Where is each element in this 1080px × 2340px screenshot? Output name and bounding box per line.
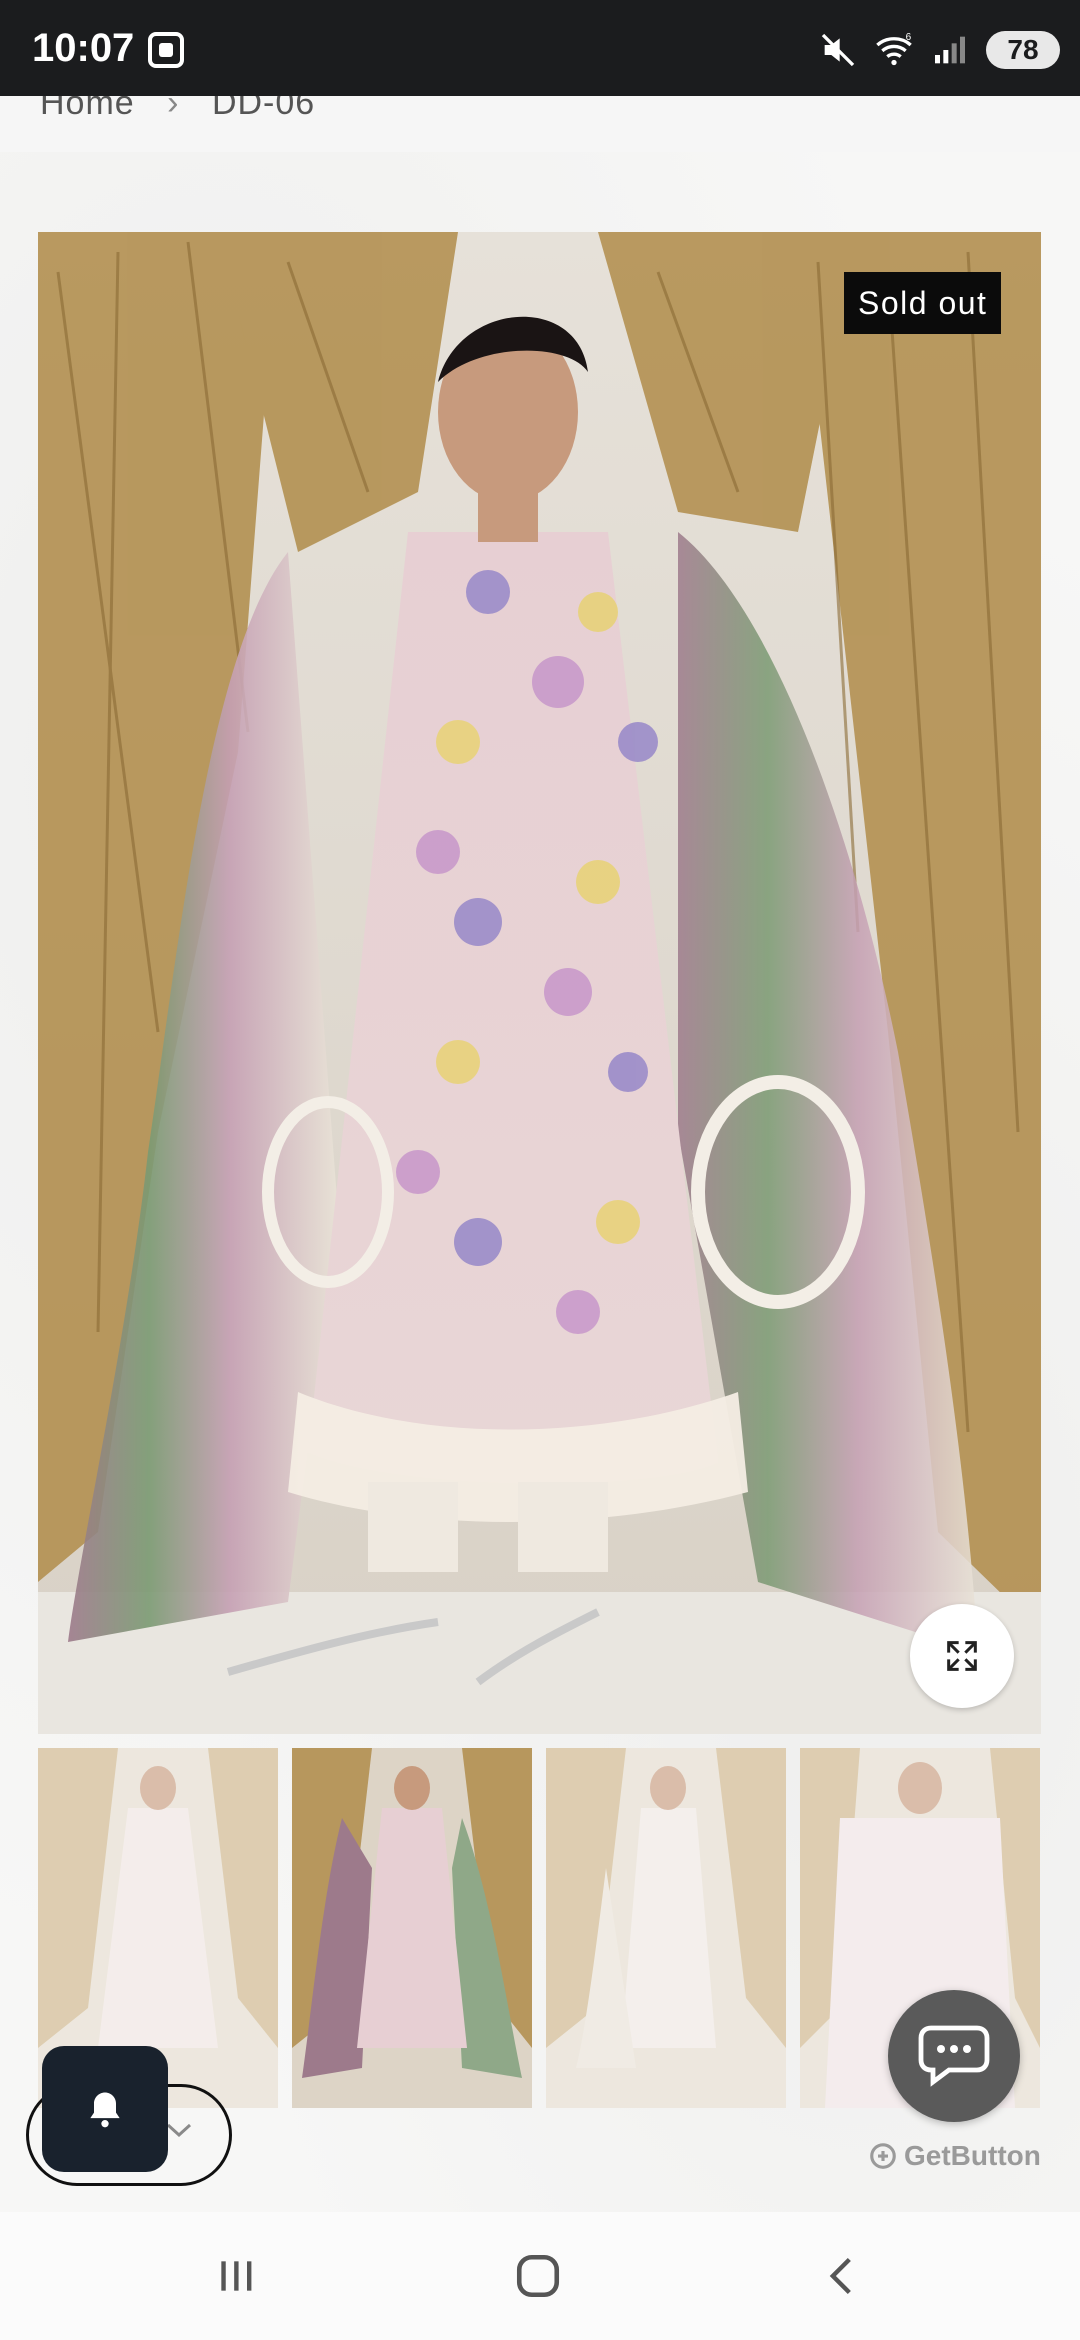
screenshot-icon bbox=[148, 32, 184, 68]
wifi-icon: 6 bbox=[876, 32, 912, 66]
breadcrumb-separator: › bbox=[167, 96, 180, 122]
notification-bell-button[interactable] bbox=[42, 2046, 168, 2172]
chevron-down-icon bbox=[166, 2123, 192, 2138]
product-thumbnail-2[interactable] bbox=[292, 1748, 532, 2108]
system-nav-bar bbox=[0, 2212, 1080, 2340]
getbutton-label: GetButton bbox=[904, 2140, 1041, 2171]
wifi-label: 6 bbox=[906, 32, 912, 43]
battery-indicator: 78 bbox=[986, 31, 1060, 69]
product-main-image[interactable] bbox=[38, 232, 1041, 1734]
breadcrumb-current: DD-06 bbox=[211, 96, 316, 122]
home-icon bbox=[516, 2254, 560, 2298]
back-button[interactable] bbox=[812, 2246, 872, 2306]
mute-icon bbox=[821, 33, 855, 67]
breadcrumb-home-link[interactable]: Home bbox=[40, 96, 135, 122]
status-icons: 6 78 bbox=[818, 28, 1060, 72]
zoom-button[interactable] bbox=[910, 1604, 1014, 1708]
getbutton-logo-icon bbox=[870, 2143, 896, 2169]
recent-apps-button[interactable] bbox=[206, 2246, 266, 2306]
home-button[interactable] bbox=[508, 2246, 568, 2306]
breadcrumb: Home › DD-06 bbox=[0, 96, 1080, 152]
chat-bubble-icon bbox=[918, 2025, 990, 2087]
sold-out-badge: Sold out bbox=[844, 272, 1002, 334]
status-time: 10:07 bbox=[32, 26, 135, 70]
chat-button[interactable] bbox=[888, 1990, 1020, 2122]
expand-icon bbox=[947, 1641, 977, 1671]
product-thumbnail-3[interactable] bbox=[546, 1748, 786, 2108]
signal-icon bbox=[935, 36, 965, 64]
getbutton-link[interactable]: GetButton bbox=[868, 2140, 1041, 2172]
bell-icon bbox=[90, 2092, 120, 2128]
back-icon bbox=[829, 2257, 851, 2295]
recent-apps-icon bbox=[221, 2261, 252, 2291]
status-bar: 10:07 6 78 bbox=[0, 0, 1080, 96]
